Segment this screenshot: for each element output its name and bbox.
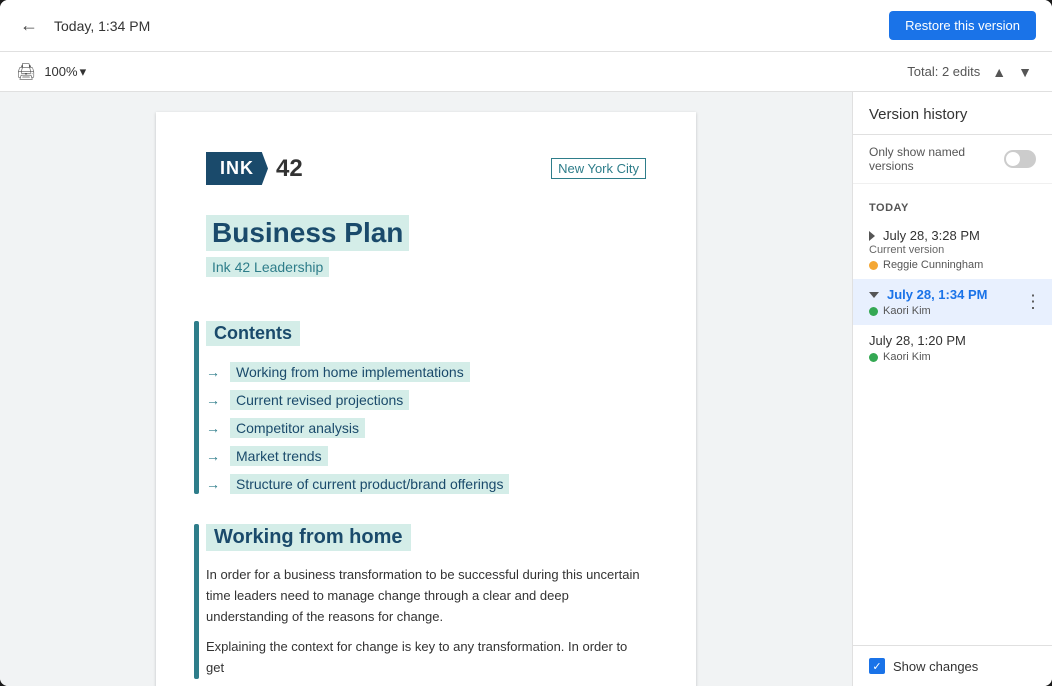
print-icon[interactable]: 🖨: [16, 62, 36, 82]
version-item-1-header: July 28, 3:28 PM: [869, 228, 1036, 243]
contents-link-3[interactable]: Competitor analysis: [230, 418, 365, 438]
version-item-3[interactable]: July 28, 1:20 PM Kaori Kim: [853, 325, 1052, 371]
business-plan-title: Business Plan: [206, 215, 409, 251]
contents-item-5: → Structure of current product/brand off…: [206, 474, 646, 494]
user-dot-1: [869, 261, 878, 270]
logo-badge: INK: [206, 152, 268, 185]
user-dot-2: [869, 307, 878, 316]
version-item-2-header: July 28, 1:34 PM: [869, 287, 1036, 302]
version-item-2[interactable]: July 28, 1:34 PM Kaori Kim ⋮: [853, 279, 1052, 325]
named-versions-label: Only show named versions: [869, 145, 1004, 173]
contents-item-1: → Working from home implementations: [206, 362, 646, 382]
checkmark-icon: ✓: [872, 660, 881, 673]
version-item-2-menu[interactable]: ⋮: [1024, 292, 1042, 313]
version-item-3-user: Kaori Kim: [869, 351, 1036, 363]
expand-icon-2: [869, 292, 879, 298]
version-item-3-header: July 28, 1:20 PM: [869, 333, 1036, 348]
wfh-title: Working from home: [206, 524, 411, 551]
version-panel-header: Version history: [853, 92, 1052, 135]
contents-link-4[interactable]: Market trends: [230, 446, 328, 466]
named-versions-row: Only show named versions: [853, 135, 1052, 184]
wfh-section: Working from home In order for a busines…: [206, 524, 646, 679]
logo-number: 42: [276, 155, 303, 183]
user-dot-3: [869, 353, 878, 362]
toolbar: 🖨 100% ▾ Total: 2 edits ▲ ▼: [0, 52, 1052, 92]
contents-section: Contents → Working from home implementat…: [206, 321, 646, 494]
teal-accent-contents: [194, 321, 199, 494]
business-plan-subtitle: Ink 42 Leadership: [206, 257, 329, 277]
logo-area: INK 42 New York City: [206, 152, 646, 185]
version-history-title: Version history: [869, 106, 967, 123]
named-versions-toggle[interactable]: [1004, 150, 1036, 168]
version-item-2-time: July 28, 1:34 PM: [887, 287, 987, 302]
restore-version-button[interactable]: Restore this version: [889, 11, 1036, 40]
contents-link-1[interactable]: Working from home implementations: [230, 362, 470, 382]
today-label: TODAY: [869, 202, 909, 214]
back-button[interactable]: ←: [16, 11, 42, 40]
contents-link-2[interactable]: Current revised projections: [230, 390, 409, 410]
version-list: TODAY July 28, 3:28 PM Current version R…: [853, 184, 1052, 645]
contents-item-4: → Market trends: [206, 446, 646, 466]
contents-list: → Working from home implementations → Cu…: [206, 362, 646, 494]
show-changes-checkbox[interactable]: ✓: [869, 658, 885, 674]
version-item-2-user: Kaori Kim: [869, 305, 1036, 317]
arrow-icon-2: →: [206, 392, 220, 408]
main-area: INK 42 New York City Business Plan Ink 4…: [0, 92, 1052, 686]
nav-arrows: ▲ ▼: [988, 62, 1036, 82]
business-plan-header: Business Plan Ink 42 Leadership: [206, 215, 646, 301]
version-item-1-user: Reggie Cunningham: [869, 259, 1036, 271]
contents-title: Contents: [206, 321, 300, 346]
expand-icon-1: [869, 231, 875, 241]
zoom-control[interactable]: 100% ▾: [44, 64, 86, 80]
arrow-icon-5: →: [206, 476, 220, 492]
show-changes-row: ✓ Show changes: [853, 645, 1052, 686]
doc-area: INK 42 New York City Business Plan Ink 4…: [0, 92, 852, 686]
version-item-1-sublabel: Current version: [869, 244, 1036, 256]
wfh-para-2: Explaining the context for change is key…: [206, 637, 646, 679]
logo-box: INK 42: [206, 152, 303, 185]
arrow-icon-3: →: [206, 420, 220, 436]
user-name-3: Kaori Kim: [883, 351, 931, 363]
show-changes-label: Show changes: [893, 659, 978, 674]
version-date-group-today: TODAY: [853, 192, 1052, 220]
next-edit-button[interactable]: ▼: [1014, 62, 1036, 82]
total-edits-label: Total: 2 edits: [907, 64, 980, 79]
top-bar: ← Today, 1:34 PM Restore this version: [0, 0, 1052, 52]
wfh-para-1: In order for a business transformation t…: [206, 565, 646, 627]
city-label: New York City: [551, 158, 646, 179]
prev-edit-button[interactable]: ▲: [988, 62, 1010, 82]
arrow-icon-1: →: [206, 364, 220, 380]
contents-item-2: → Current revised projections: [206, 390, 646, 410]
version-item-3-time: July 28, 1:20 PM: [869, 333, 966, 348]
zoom-value: 100%: [44, 64, 77, 79]
contents-link-5[interactable]: Structure of current product/brand offer…: [230, 474, 509, 494]
teal-accent-wfh: [194, 524, 199, 679]
user-name-2: Kaori Kim: [883, 305, 931, 317]
arrow-icon-4: →: [206, 448, 220, 464]
version-item-1[interactable]: July 28, 3:28 PM Current version Reggie …: [853, 220, 1052, 279]
zoom-chevron: ▾: [80, 64, 87, 80]
version-history-panel: Version history Only show named versions…: [852, 92, 1052, 686]
version-item-1-time: July 28, 3:28 PM: [883, 228, 980, 243]
doc-page: INK 42 New York City Business Plan Ink 4…: [156, 112, 696, 686]
top-bar-title: Today, 1:34 PM: [54, 18, 877, 34]
contents-item-3: → Competitor analysis: [206, 418, 646, 438]
user-name-1: Reggie Cunningham: [883, 259, 983, 271]
total-edits-section: Total: 2 edits ▲ ▼: [907, 62, 1036, 82]
